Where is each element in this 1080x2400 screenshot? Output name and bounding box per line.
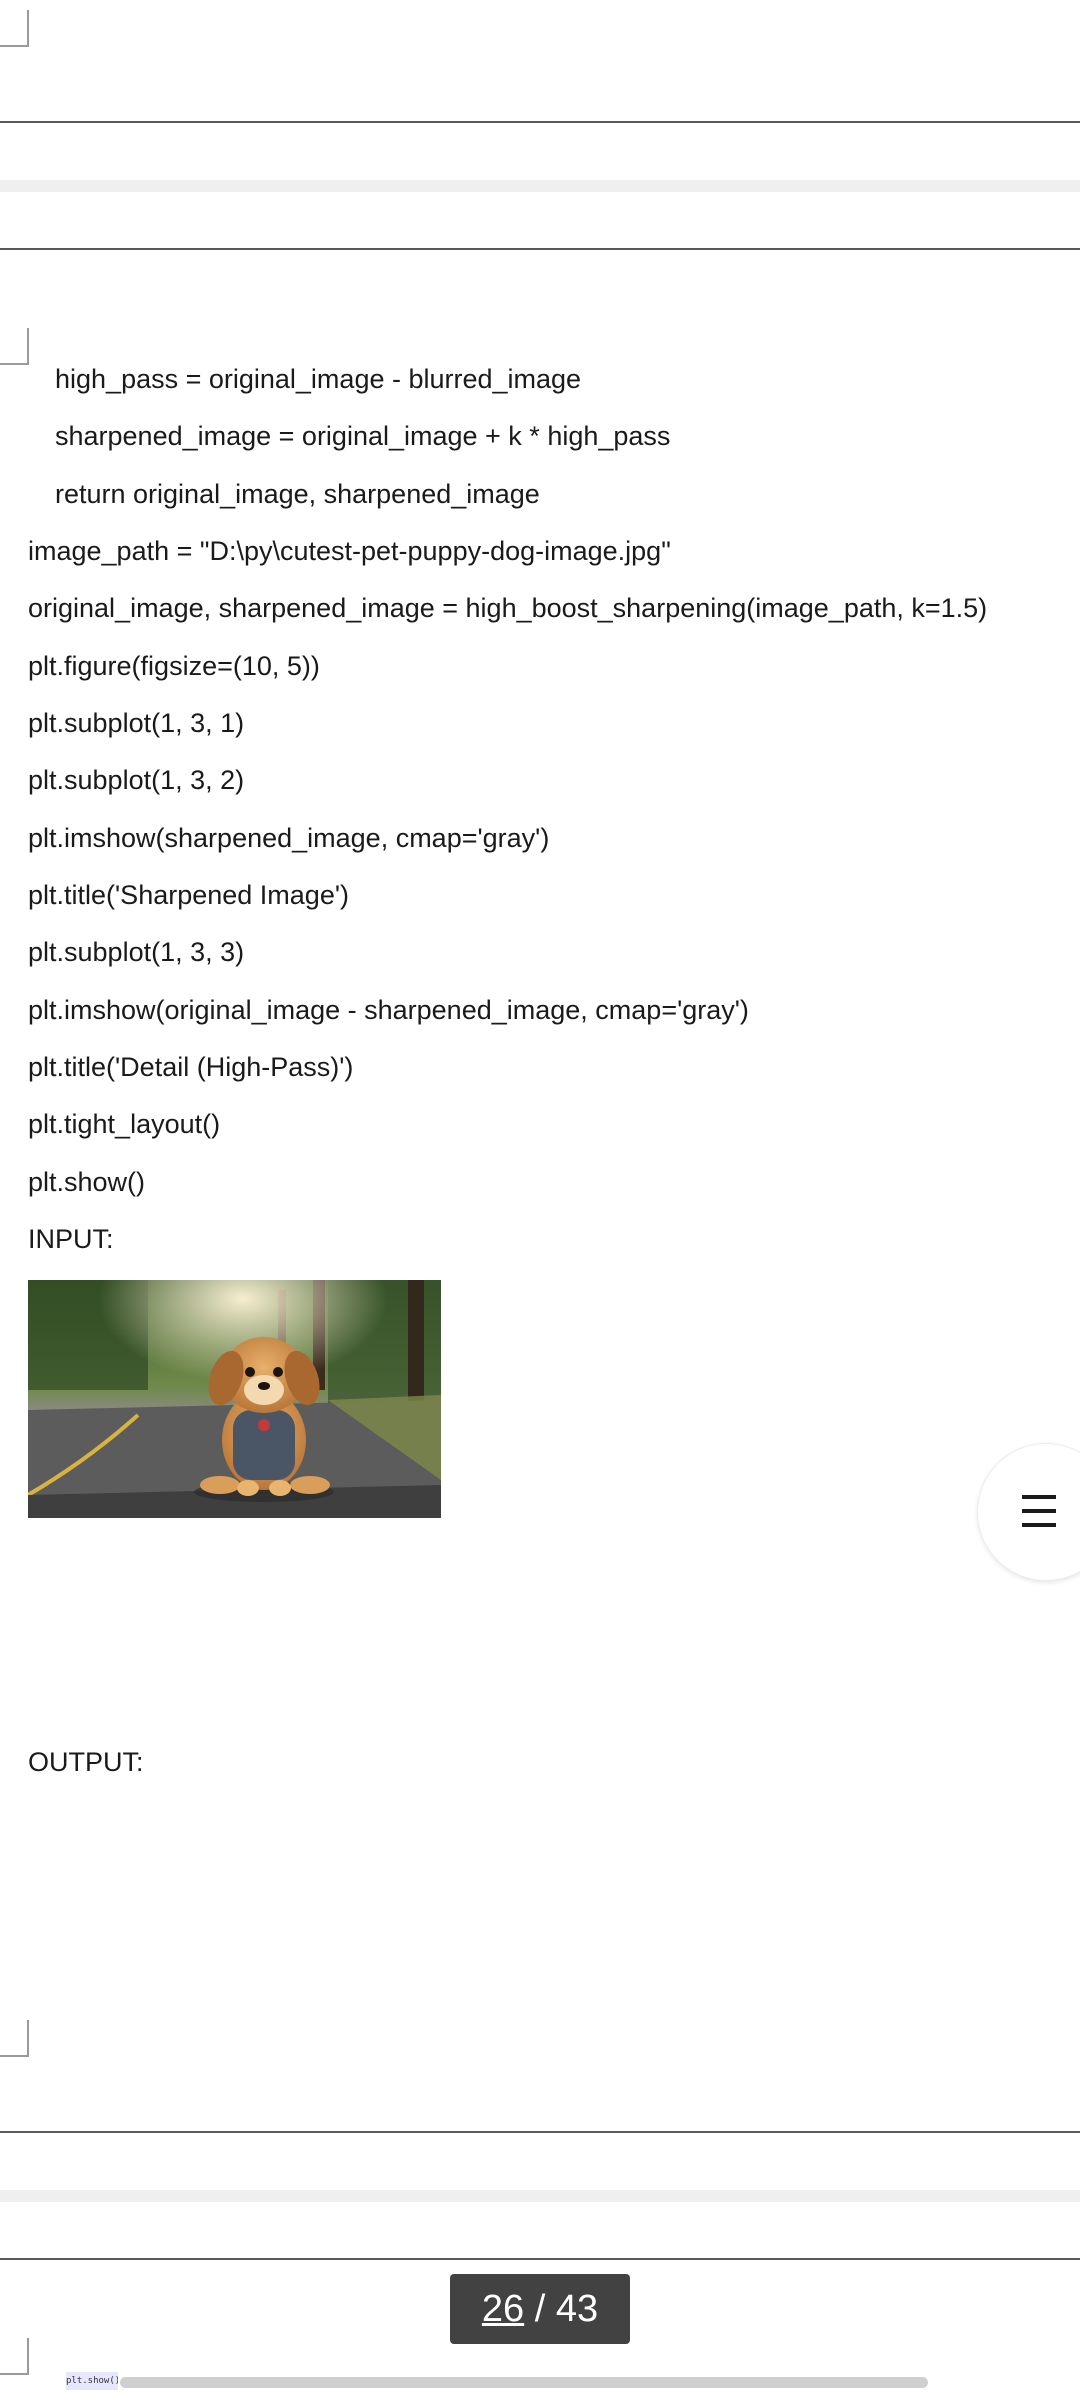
input-label: INPUT: xyxy=(28,1224,114,1254)
code-line: plt.tight_layout() xyxy=(28,1109,221,1139)
code-line: plt.subplot(1, 3, 1) xyxy=(28,708,245,738)
page-corner-mark xyxy=(0,2338,29,2375)
horizontal-scrollbar[interactable] xyxy=(120,2377,928,2388)
page-corner-mark xyxy=(0,328,29,365)
page-separator: / xyxy=(524,2288,556,2330)
page-divider xyxy=(0,248,1080,250)
code-line: return original_image, sharpened_image xyxy=(55,479,540,509)
output-label: OUTPUT: xyxy=(28,1747,144,1777)
page-gap xyxy=(0,180,1080,192)
code-line: plt.show() xyxy=(28,1167,146,1197)
code-line: plt.subplot(1, 3, 2) xyxy=(28,765,245,795)
code-line: plt.imshow(sharpened_image, cmap='gray') xyxy=(28,823,550,853)
code-line: sharpened_image = original_image + k * h… xyxy=(55,421,671,451)
page-divider xyxy=(0,121,1080,123)
puppy-image xyxy=(28,1280,441,1518)
page-thumbnail[interactable]: plt.show() xyxy=(66,2372,118,2390)
page-indicator[interactable]: 26 / 43 xyxy=(450,2274,630,2344)
page-divider xyxy=(0,2131,1080,2133)
page-corner-mark xyxy=(0,2020,29,2057)
page-gap xyxy=(0,2190,1080,2202)
code-line: plt.imshow(original_image - sharpened_im… xyxy=(28,995,749,1025)
current-page: 26 xyxy=(481,2288,525,2330)
code-line: high_pass = original_image - blurred_ima… xyxy=(55,364,582,394)
code-line: plt.subplot(1, 3, 3) xyxy=(28,937,245,967)
code-line: image_path = "D:\py\cutest-pet-puppy-dog… xyxy=(28,536,671,566)
code-line: plt.figure(figsize=(10, 5)) xyxy=(28,651,320,681)
total-pages: 43 xyxy=(555,2288,599,2330)
hamburger-menu-icon[interactable] xyxy=(1022,1489,1056,1533)
code-line: plt.title('Detail (High-Pass)') xyxy=(28,1052,354,1082)
code-line: plt.title('Sharpened Image') xyxy=(28,880,349,910)
code-line: original_image, sharpened_image = high_b… xyxy=(28,593,988,623)
page-divider xyxy=(0,2258,1080,2260)
page-corner-mark xyxy=(0,10,29,47)
